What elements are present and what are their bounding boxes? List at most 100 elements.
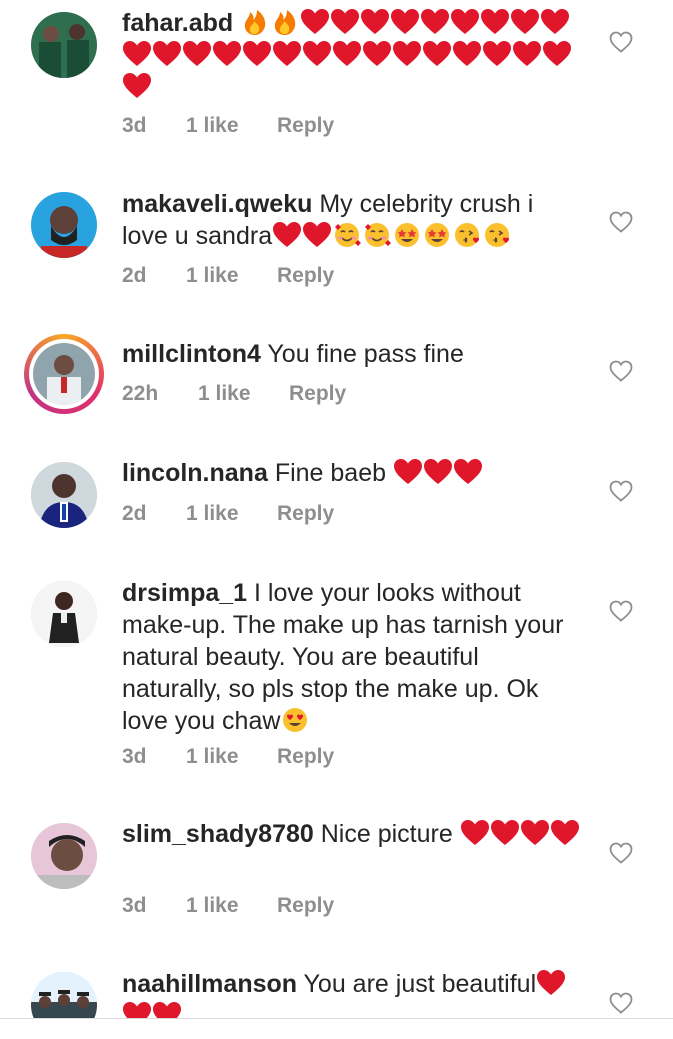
red-heart-emoji bbox=[423, 458, 453, 486]
comment-text: You are just beautiful bbox=[303, 970, 537, 998]
comment-meta: 22h 1 like Reply bbox=[122, 382, 346, 406]
like-heart-icon[interactable] bbox=[609, 480, 633, 502]
red-heart-emoji bbox=[450, 8, 480, 36]
fire-emoji bbox=[270, 8, 300, 36]
red-heart-emoji bbox=[360, 8, 390, 36]
red-heart-emoji bbox=[480, 8, 510, 36]
red-heart-emoji bbox=[122, 1001, 152, 1018]
reply-button[interactable]: Reply bbox=[277, 502, 334, 526]
username-link[interactable]: naahillmanson bbox=[122, 970, 297, 998]
comment-time: 3d bbox=[122, 894, 147, 917]
red-heart-emoji bbox=[393, 458, 423, 486]
red-heart-emoji bbox=[550, 819, 580, 847]
like-heart-icon[interactable] bbox=[609, 842, 633, 864]
red-heart-emoji bbox=[420, 8, 450, 36]
username-link[interactable]: fahar.abd bbox=[122, 9, 233, 37]
kissface-emoji bbox=[452, 221, 482, 249]
comment-body: fahar.abd bbox=[122, 7, 582, 103]
comment-time: 22h bbox=[122, 382, 159, 405]
comment-body: slim_shady8780 Nice picture bbox=[122, 818, 582, 850]
reply-button[interactable]: Reply bbox=[289, 382, 346, 406]
red-heart-emoji bbox=[460, 819, 490, 847]
reply-button[interactable]: Reply bbox=[277, 894, 334, 918]
username-link[interactable]: drsimpa_1 bbox=[122, 579, 247, 607]
comment-body: drsimpa_1 I love your looks without make… bbox=[122, 577, 582, 737]
reply-button[interactable]: Reply bbox=[277, 114, 334, 138]
red-heart-emoji bbox=[272, 40, 302, 68]
comment-body: millclinton4 You fine pass fine bbox=[122, 338, 582, 370]
comment-text: Nice picture bbox=[320, 820, 453, 848]
red-heart-emoji bbox=[302, 40, 332, 68]
red-heart-emoji bbox=[272, 221, 302, 249]
comment-meta: 2d 1 like Reply bbox=[122, 264, 334, 288]
red-heart-emoji bbox=[182, 40, 212, 68]
comment-meta: 3d 1 like Reply bbox=[122, 894, 334, 918]
comment-item: naahillmanson You are just beautiful bbox=[0, 960, 673, 1018]
username-link[interactable]: makaveli.qweku bbox=[122, 190, 312, 218]
red-heart-emoji bbox=[482, 40, 512, 68]
red-heart-emoji bbox=[330, 8, 360, 36]
red-heart-emoji bbox=[540, 8, 570, 36]
comment-text: Fine baeb bbox=[274, 459, 387, 487]
likes-count[interactable]: 1 like bbox=[186, 264, 277, 288]
likes-count[interactable]: 1 like bbox=[186, 502, 277, 526]
red-heart-emoji bbox=[302, 221, 332, 249]
red-heart-emoji bbox=[542, 40, 572, 68]
red-heart-emoji bbox=[122, 40, 152, 68]
comment-meta: 2d 1 like Reply bbox=[122, 502, 334, 526]
red-heart-emoji bbox=[362, 40, 392, 68]
likes-count[interactable]: 1 like bbox=[198, 382, 289, 406]
red-heart-emoji bbox=[242, 40, 272, 68]
username-link[interactable]: slim_shady8780 bbox=[122, 820, 314, 848]
starface-emoji bbox=[392, 221, 422, 249]
username-link[interactable]: lincoln.nana bbox=[122, 459, 268, 487]
reply-button[interactable]: Reply bbox=[277, 745, 334, 769]
red-heart-emoji bbox=[452, 40, 482, 68]
avatar[interactable] bbox=[31, 972, 97, 1018]
red-heart-emoji bbox=[512, 40, 542, 68]
red-heart-emoji bbox=[453, 458, 483, 486]
red-heart-emoji bbox=[422, 40, 452, 68]
avatar[interactable] bbox=[24, 334, 104, 414]
likes-count[interactable]: 1 like bbox=[186, 114, 277, 138]
like-heart-icon[interactable] bbox=[609, 992, 633, 1014]
comment-body: lincoln.nana Fine baeb bbox=[122, 457, 582, 489]
comment-text: You fine pass fine bbox=[267, 340, 464, 368]
avatar[interactable] bbox=[31, 581, 97, 647]
comment-time: 3d bbox=[122, 745, 147, 768]
red-heart-emoji bbox=[536, 969, 566, 997]
avatar[interactable] bbox=[31, 462, 97, 528]
red-heart-emoji bbox=[152, 40, 182, 68]
comment-body: makaveli.qweku My celebrity crush i love… bbox=[122, 188, 582, 252]
like-heart-icon[interactable] bbox=[609, 600, 633, 622]
comment-meta: 3d 1 like Reply bbox=[122, 745, 334, 769]
red-heart-emoji bbox=[332, 40, 362, 68]
comment-emoji bbox=[393, 459, 483, 487]
comment-meta: 3d 1 like Reply bbox=[122, 114, 334, 138]
avatar[interactable] bbox=[31, 823, 97, 889]
comment-time: 2d bbox=[122, 502, 147, 525]
username-link[interactable]: millclinton4 bbox=[122, 340, 261, 368]
avatar[interactable] bbox=[31, 12, 97, 78]
fire-emoji bbox=[240, 8, 270, 36]
comment-emoji bbox=[272, 222, 512, 250]
hearteyes-emoji bbox=[280, 706, 310, 734]
likes-count[interactable]: 1 like bbox=[186, 745, 277, 769]
likes-count[interactable]: 1 like bbox=[186, 894, 277, 918]
red-heart-emoji bbox=[510, 8, 540, 36]
kissface-emoji bbox=[482, 221, 512, 249]
comment-emoji bbox=[280, 707, 310, 735]
avatar[interactable] bbox=[31, 192, 97, 258]
like-heart-icon[interactable] bbox=[609, 31, 633, 53]
red-heart-emoji bbox=[152, 1001, 182, 1018]
like-heart-icon[interactable] bbox=[609, 360, 633, 382]
red-heart-emoji bbox=[300, 8, 330, 36]
red-heart-emoji bbox=[122, 72, 152, 100]
loveface-emoji bbox=[332, 221, 362, 249]
comment-time: 3d bbox=[122, 114, 147, 137]
loveface-emoji bbox=[362, 221, 392, 249]
like-heart-icon[interactable] bbox=[609, 211, 633, 233]
divider bbox=[0, 1018, 673, 1019]
comment-time: 2d bbox=[122, 264, 147, 287]
reply-button[interactable]: Reply bbox=[277, 264, 334, 288]
